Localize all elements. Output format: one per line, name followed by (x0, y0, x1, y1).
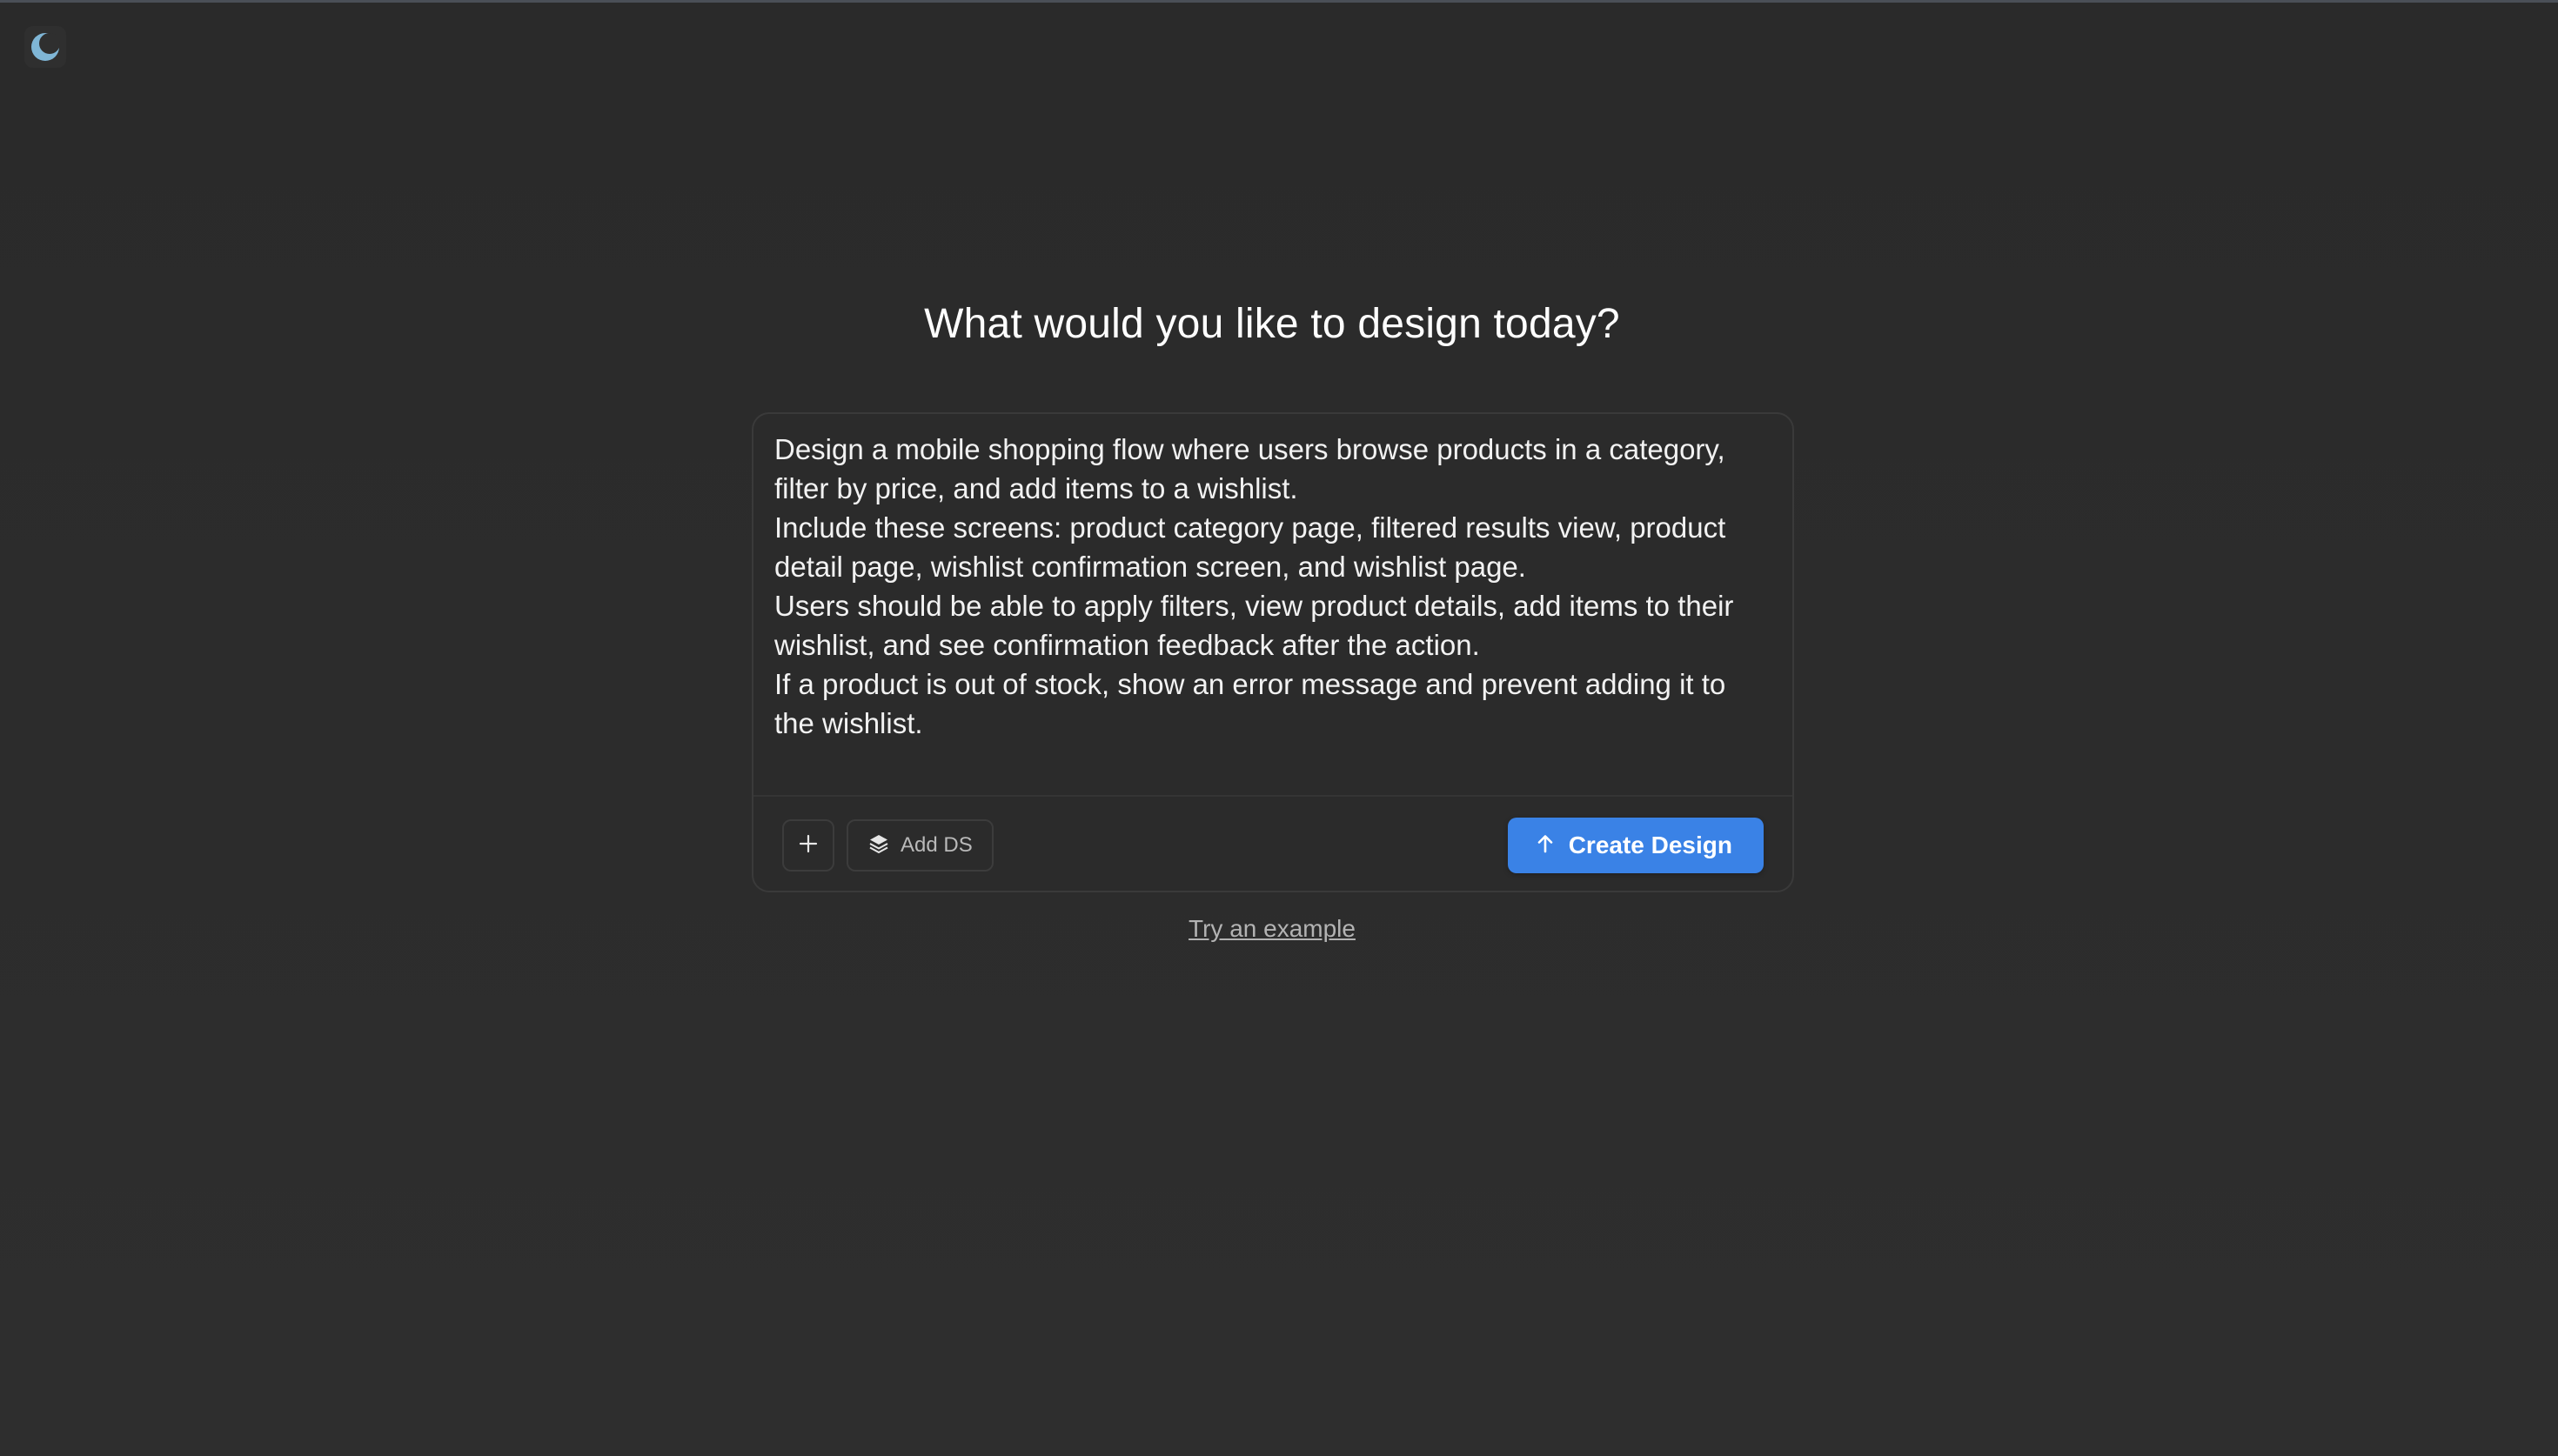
plus-icon (798, 833, 819, 858)
theme-toggle-button[interactable] (24, 26, 66, 68)
prompt-composer: Add DS Create Design (752, 412, 1794, 892)
try-example-link[interactable]: Try an example (0, 915, 2544, 943)
moon-icon (28, 30, 63, 64)
arrow-up-icon (1534, 832, 1557, 859)
layers-icon (867, 832, 890, 859)
prompt-input[interactable] (774, 430, 1773, 751)
attach-button[interactable] (782, 819, 834, 872)
create-design-label: Create Design (1568, 832, 1732, 858)
create-design-button[interactable]: Create Design (1507, 818, 1764, 873)
page-title: What would you like to design today? (924, 301, 1620, 347)
add-ds-button[interactable]: Add DS (847, 819, 994, 872)
composer-divider (753, 795, 1792, 797)
window-top-border (0, 0, 2558, 3)
add-ds-label: Add DS (901, 833, 973, 857)
